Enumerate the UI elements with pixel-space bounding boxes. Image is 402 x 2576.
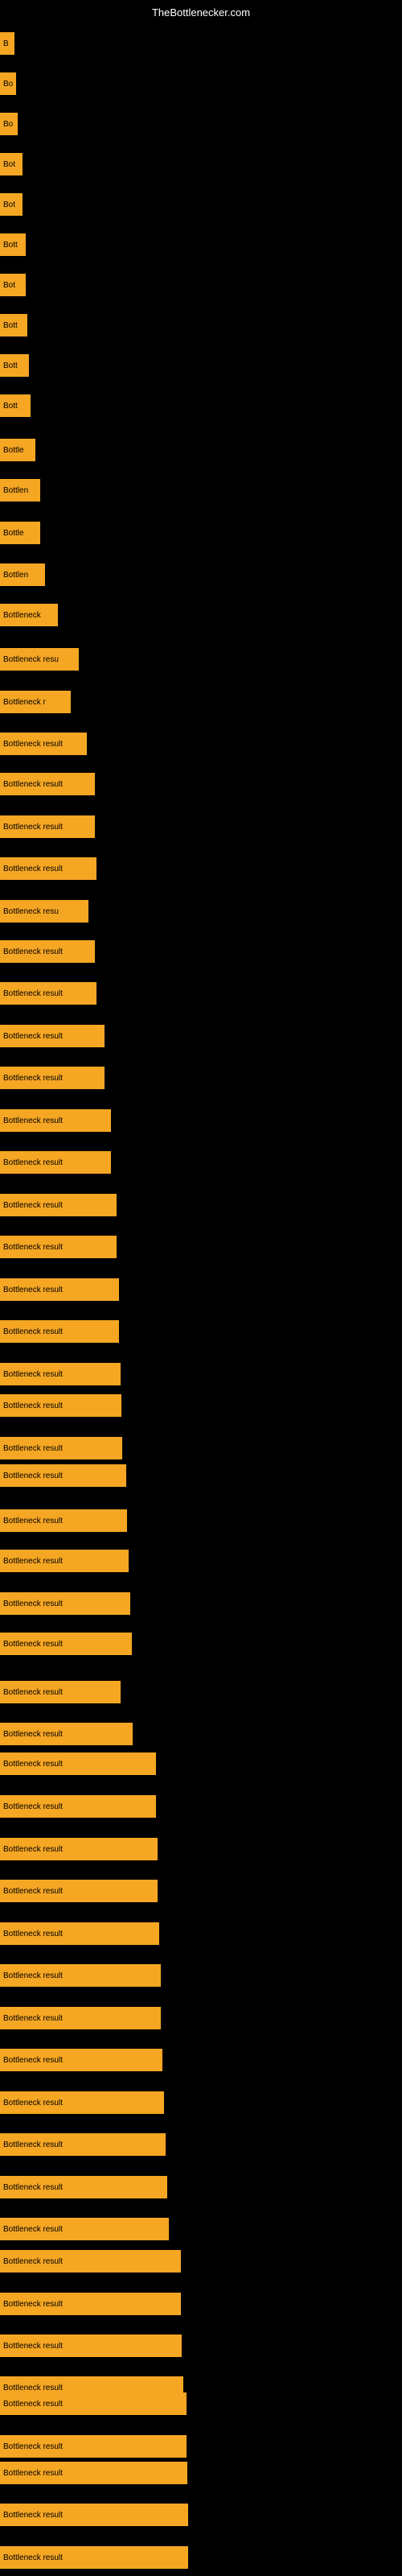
- bar-item-3: Bot: [0, 153, 23, 175]
- bar-item-8: Bott: [0, 354, 29, 377]
- bar-item-34: Bottleneck result: [0, 1437, 122, 1459]
- bar-item-0: B: [0, 32, 14, 55]
- bar-item-16: Bottleneck r: [0, 691, 71, 713]
- bar-item-10: Bottle: [0, 439, 35, 461]
- bar-item-62: Bottleneck result: [0, 2546, 188, 2569]
- bar-item-30: Bottleneck result: [0, 1278, 119, 1301]
- bar-item-48: Bottleneck result: [0, 2007, 161, 2029]
- bar-item-31: Bottleneck result: [0, 1320, 119, 1343]
- bar-item-52: Bottleneck result: [0, 2176, 167, 2198]
- bar-item-24: Bottleneck result: [0, 1025, 105, 1047]
- bar-item-38: Bottleneck result: [0, 1592, 130, 1615]
- bar-item-41: Bottleneck result: [0, 1723, 133, 1745]
- bar-item-35: Bottleneck result: [0, 1464, 126, 1487]
- bar-item-6: Bot: [0, 274, 26, 296]
- bar-item-33: Bottleneck result: [0, 1394, 121, 1417]
- bar-item-50: Bottleneck result: [0, 2091, 164, 2114]
- bar-item-29: Bottleneck result: [0, 1236, 117, 1258]
- bar-item-58: Bottleneck result: [0, 2392, 187, 2415]
- bar-item-13: Bottlen: [0, 564, 45, 586]
- bar-item-22: Bottleneck result: [0, 940, 95, 963]
- bar-item-14: Bottleneck: [0, 604, 58, 626]
- bar-item-60: Bottleneck result: [0, 2462, 187, 2484]
- bar-item-39: Bottleneck result: [0, 1633, 132, 1655]
- bar-item-37: Bottleneck result: [0, 1550, 129, 1572]
- bar-item-4: Bot: [0, 193, 23, 216]
- bar-item-43: Bottleneck result: [0, 1795, 156, 1818]
- bar-item-7: Bott: [0, 314, 27, 336]
- bar-item-49: Bottleneck result: [0, 2049, 162, 2071]
- bar-item-23: Bottleneck result: [0, 982, 96, 1005]
- bar-item-56: Bottleneck result: [0, 2334, 182, 2357]
- bar-item-18: Bottleneck result: [0, 773, 95, 795]
- bar-item-25: Bottleneck result: [0, 1067, 105, 1089]
- bar-item-28: Bottleneck result: [0, 1194, 117, 1216]
- bar-item-12: Bottle: [0, 522, 40, 544]
- bar-item-21: Bottleneck resu: [0, 900, 88, 923]
- bar-item-9: Bott: [0, 394, 31, 417]
- bar-item-44: Bottleneck result: [0, 1838, 158, 1860]
- bar-item-61: Bottleneck result: [0, 2504, 188, 2526]
- bar-item-45: Bottleneck result: [0, 1880, 158, 1902]
- bar-item-46: Bottleneck result: [0, 1922, 159, 1945]
- bar-item-40: Bottleneck result: [0, 1681, 121, 1703]
- bar-item-59: Bottleneck result: [0, 2435, 187, 2458]
- bar-item-17: Bottleneck result: [0, 733, 87, 755]
- bar-item-54: Bottleneck result: [0, 2250, 181, 2273]
- bar-item-51: Bottleneck result: [0, 2133, 166, 2156]
- bar-item-42: Bottleneck result: [0, 1752, 156, 1775]
- bar-item-53: Bottleneck result: [0, 2218, 169, 2240]
- bar-item-32: Bottleneck result: [0, 1363, 121, 1385]
- bar-item-19: Bottleneck result: [0, 815, 95, 838]
- bar-item-1: Bo: [0, 72, 16, 95]
- bar-item-2: Bo: [0, 113, 18, 135]
- bar-item-11: Bottlen: [0, 479, 40, 502]
- bar-item-5: Bott: [0, 233, 26, 256]
- bar-item-55: Bottleneck result: [0, 2293, 181, 2315]
- bar-item-15: Bottleneck resu: [0, 648, 79, 671]
- bar-item-20: Bottleneck result: [0, 857, 96, 880]
- bar-item-36: Bottleneck result: [0, 1509, 127, 1532]
- bar-item-27: Bottleneck result: [0, 1151, 111, 1174]
- site-title: TheBottlenecker.com: [152, 6, 250, 19]
- bar-item-26: Bottleneck result: [0, 1109, 111, 1132]
- bar-item-47: Bottleneck result: [0, 1964, 161, 1987]
